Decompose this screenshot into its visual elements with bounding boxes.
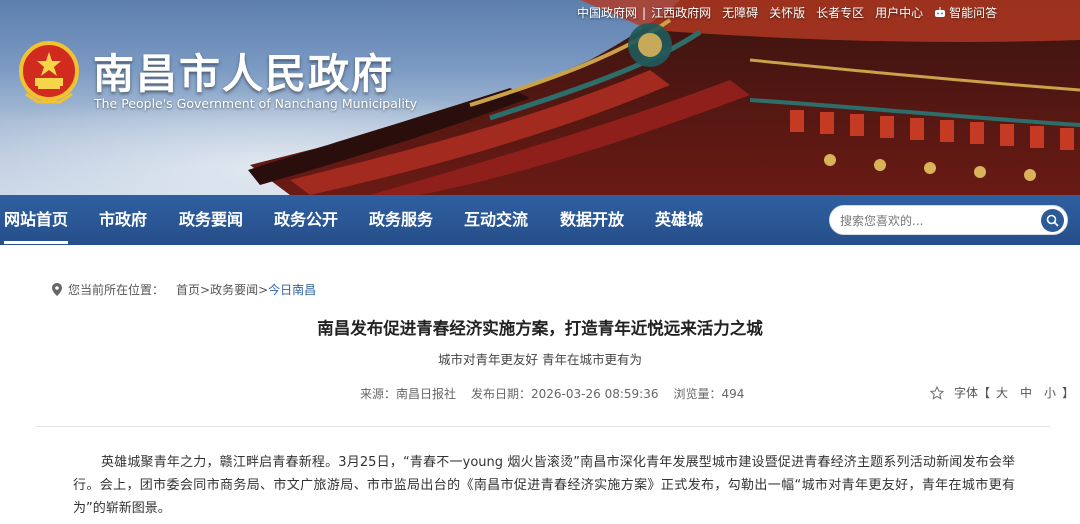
robot-icon — [935, 7, 946, 17]
font-size-small[interactable]: 小 — [1044, 384, 1056, 401]
font-size-control: 字体【 大 中 小 】 — [930, 384, 1074, 401]
top-links: 中国政府网 | 江西政府网 无障碍 关怀版 长者专区 用户中心 智能问答 — [577, 4, 997, 21]
article-source: 来源：南昌日报社 — [360, 387, 457, 401]
font-size-label: 字体【 — [954, 386, 991, 400]
nav-open-data[interactable]: 数据开放 — [560, 195, 624, 245]
favorite-star-icon[interactable] — [930, 385, 944, 400]
article-paragraph: 英雄城聚青年之力，赣江畔启青春新程。3月25日，“青春不一young 烟火皆滚烫… — [73, 455, 1015, 516]
font-size-close: 】 — [1062, 386, 1075, 400]
nav-interaction[interactable]: 互动交流 — [464, 195, 528, 245]
article-date: 发布日期：2026-03-26 08:59:36 — [471, 387, 659, 401]
toplink-accessibility[interactable]: 无障碍 — [722, 4, 758, 21]
site-title: 南昌市人民政府 — [93, 50, 394, 98]
article-subtitle: 城市对青年更友好 青年在城市更有为 — [438, 352, 642, 367]
site-subtitle: The People's Government of Nanchang Muni… — [94, 96, 418, 111]
article-views: 浏览量：494 — [673, 387, 745, 401]
breadcrumb-gov-news[interactable]: 政务要闻 — [210, 281, 258, 298]
breadcrumb-today-nanchang[interactable]: 今日南昌 — [268, 281, 316, 298]
search-box — [829, 205, 1068, 235]
toplink-separator: | — [642, 5, 647, 20]
national-emblem-icon — [19, 41, 79, 104]
toplink-jiangxi-gov[interactable]: 江西政府网 — [651, 4, 711, 21]
toplink-elder-zone[interactable]: 长者专区 — [816, 4, 864, 21]
breadcrumb-separator: > — [200, 282, 211, 297]
search-button[interactable] — [1041, 209, 1064, 232]
font-size-large[interactable]: 大 — [996, 384, 1008, 401]
nav-city-gov[interactable]: 市政府 — [99, 195, 147, 245]
toplink-smart-qa-label: 智能问答 — [949, 6, 998, 20]
article-meta: 来源：南昌日报社 发布日期：2026-03-26 08:59:36 浏览量：49… — [360, 385, 744, 402]
breadcrumb-label: 您当前所在位置： — [68, 283, 165, 297]
nav-hero-city[interactable]: 英雄城 — [655, 195, 703, 245]
nav-gov-news[interactable]: 政务要闻 — [179, 195, 243, 245]
font-size-medium[interactable]: 中 — [1020, 384, 1032, 401]
article-title: 南昌发布促进青春经济实施方案，打造青年近悦远来活力之城 — [317, 319, 763, 338]
breadcrumb-separator: > — [258, 282, 269, 297]
breadcrumb-home[interactable]: 首页 — [176, 281, 200, 298]
header-banner: 南昌市人民政府 The People's Government of Nanch… — [0, 0, 1080, 195]
nav-gov-services[interactable]: 政务服务 — [369, 195, 433, 245]
toplink-china-gov[interactable]: 中国政府网 — [577, 4, 637, 21]
search-icon — [1046, 214, 1059, 227]
toplink-user-center[interactable]: 用户中心 — [875, 4, 923, 21]
article-divider — [36, 426, 1050, 427]
location-pin-icon — [52, 283, 62, 296]
toplink-smart-qa[interactable]: 智能问答 — [934, 4, 997, 21]
toplink-care-version[interactable]: 关怀版 — [769, 4, 805, 21]
breadcrumb: 您当前所在位置： 首页 > 政务要闻 > 今日南昌 — [52, 281, 316, 298]
nav-gov-disclosure[interactable]: 政务公开 — [274, 195, 338, 245]
nav-home[interactable]: 网站首页 — [4, 195, 69, 245]
search-input[interactable] — [840, 211, 1030, 231]
